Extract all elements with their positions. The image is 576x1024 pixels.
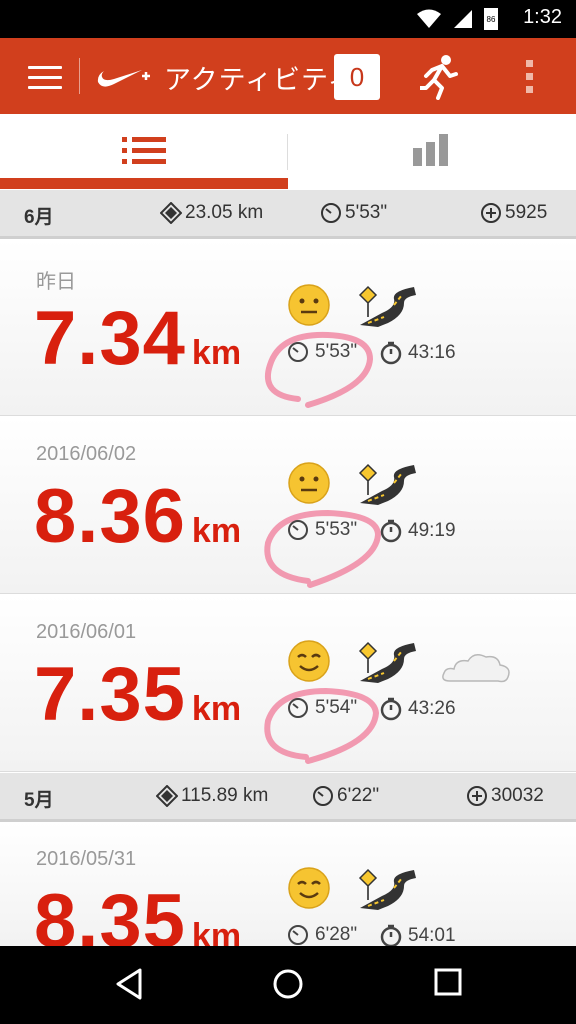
signal-icon [454, 10, 472, 28]
back-icon[interactable] [114, 968, 144, 1000]
run-distance: 8.35 km [34, 878, 241, 946]
status-time: 1:32 [523, 6, 562, 28]
pace-icon [313, 786, 333, 806]
run-distance: 7.34 km [34, 295, 241, 382]
month-fuel: 30032 [466, 785, 544, 807]
list-icon [122, 137, 166, 164]
month-pace: 5'53" [320, 202, 387, 224]
stopwatch-icon [380, 519, 402, 543]
road-terrain-icon [358, 868, 416, 910]
run-date: 昨日 [36, 271, 76, 293]
home-icon[interactable] [272, 968, 304, 1000]
recents-icon[interactable] [434, 968, 462, 998]
happy-mood-icon [288, 867, 330, 909]
run-pace-value: 5'54" [315, 697, 358, 718]
battery-icon: 86 [484, 8, 498, 30]
run-pace: 6'28" [287, 924, 357, 946]
system-navigation-bar [0, 946, 576, 1024]
month-label: 6月 [24, 207, 54, 228]
menu-icon[interactable] [28, 66, 62, 89]
page-title: アクティビティ [164, 65, 336, 96]
run-duration-value: 49:19 [408, 520, 456, 541]
status-bar: 86 1:32 [0, 0, 576, 38]
bar-chart-icon [413, 134, 448, 166]
month-fuel-value: 30032 [491, 785, 544, 806]
run-duration: 43:16 [380, 341, 456, 365]
run-distance-unit: km [191, 334, 242, 372]
run-date: 2016/05/31 [36, 848, 137, 870]
month-pace: 6'22" [312, 785, 379, 807]
run-pace: 5'54" [287, 697, 357, 719]
month-fuel: 5925 [480, 202, 547, 224]
run-date: 2016/06/01 [36, 621, 137, 643]
run-pace-value: 6'28" [315, 924, 358, 945]
pace-icon [321, 203, 341, 223]
run-distance-unit: km [191, 512, 242, 550]
run-distance: 7.35 km [34, 651, 241, 738]
month-distance-value: 23.05 km [185, 202, 264, 223]
runner-icon[interactable] [420, 54, 464, 100]
pace-icon [288, 925, 308, 945]
run-pace: 5'53" [287, 519, 357, 541]
run-pace-value: 5'53" [315, 519, 358, 540]
battery-level: 86 [486, 14, 496, 24]
run-pace-value: 5'53" [315, 341, 358, 362]
month-label: 5月 [24, 790, 54, 811]
run-distance-value: 7.35 [34, 652, 186, 737]
month-fuel-value: 5925 [505, 202, 548, 223]
cloudy-weather-icon [442, 654, 510, 683]
run-duration-value: 43:16 [408, 342, 456, 363]
nikefuel-icon [467, 786, 487, 806]
pace-icon [288, 342, 308, 362]
run-distance: 8.36 km [34, 473, 241, 560]
run-duration: 49:19 [380, 519, 456, 543]
more-options-icon[interactable] [526, 60, 534, 99]
run-list-item[interactable]: 2016/06/01 7.35 km 5'54" 43:26 [0, 595, 576, 772]
run-list-item[interactable]: 2016/06/02 8.36 km 5'53" 49:19 [0, 417, 576, 594]
active-tab-indicator [0, 178, 288, 189]
month-header: 5月 115.89 km 6'22" 30032 [0, 773, 576, 822]
month-pace-value: 5'53" [345, 202, 388, 223]
run-duration-value: 54:01 [408, 925, 456, 946]
stopwatch-icon [380, 924, 402, 946]
run-pace: 5'53" [287, 341, 357, 363]
wifi-icon [417, 9, 441, 28]
month-distance: 115.89 km [156, 785, 268, 807]
status-icons: 86 [416, 8, 498, 30]
distance-icon [156, 785, 178, 807]
run-list-item[interactable]: 2016/05/31 8.35 km 6'28" 54:01 [0, 822, 576, 946]
distance-icon [160, 202, 182, 224]
nikefuel-icon [481, 203, 501, 223]
stopwatch-icon [380, 341, 402, 365]
tab-stats-view[interactable] [288, 114, 576, 190]
app-bar-divider [79, 58, 80, 94]
run-distance-value: 8.36 [34, 474, 186, 559]
run-distance-unit: km [191, 690, 242, 728]
run-duration-value: 43:26 [408, 698, 456, 719]
month-distance-value: 115.89 km [181, 785, 269, 806]
run-date: 2016/06/02 [36, 443, 137, 465]
run-distance-value: 7.34 [34, 296, 186, 381]
run-distance-unit: km [191, 917, 242, 946]
notification-badge[interactable]: 0 [334, 54, 380, 100]
run-list-item[interactable]: 昨日 7.34 km 5'53" 43:16 [0, 239, 576, 416]
app-bar: アクティビティ 0 [0, 38, 576, 114]
month-header: 6月 23.05 km 5'53" 5925 [0, 190, 576, 239]
run-duration: 54:01 [380, 924, 456, 946]
pace-icon [288, 520, 308, 540]
stopwatch-icon [380, 697, 402, 721]
pace-icon [288, 698, 308, 718]
month-pace-value: 6'22" [337, 785, 380, 806]
month-distance: 23.05 km [160, 202, 263, 224]
nike-plus-logo-icon [97, 70, 150, 87]
run-duration: 43:26 [380, 697, 456, 721]
run-distance-value: 8.35 [34, 879, 186, 946]
